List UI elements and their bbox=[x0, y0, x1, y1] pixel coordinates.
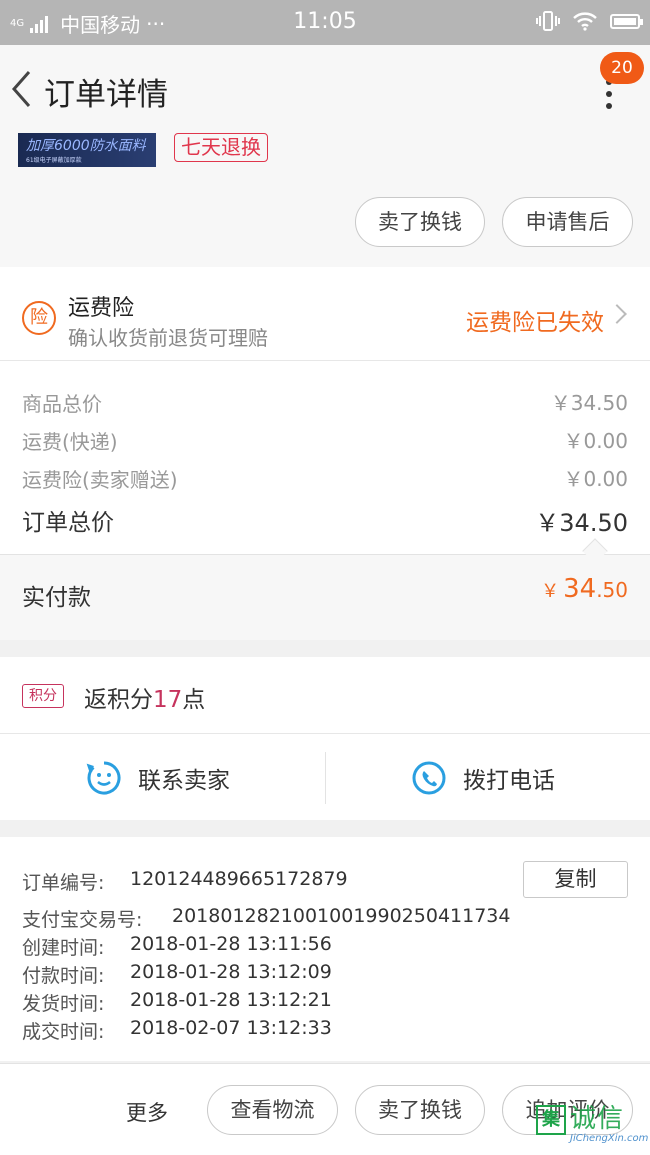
contact-seller-button[interactable]: 联系卖家 bbox=[86, 754, 230, 802]
wifi-icon bbox=[573, 12, 597, 31]
shipping-insurance-fee-label: 运费险(卖家赠送) bbox=[22, 468, 178, 492]
shipping-time-value: 2018-01-28 13:12:21 bbox=[130, 989, 332, 1011]
created-time-value: 2018-01-28 13:11:56 bbox=[130, 933, 332, 955]
product-thumbnail-subtext: 61级电子屏蔽加厚款 bbox=[26, 157, 82, 164]
call-phone-button[interactable]: 拨打电话 bbox=[411, 754, 555, 802]
vibrate-icon bbox=[536, 11, 560, 31]
nav-bar: 订单详情 bbox=[0, 45, 650, 133]
points-prefix: 返积分 bbox=[84, 687, 153, 713]
alipay-trade-number-label: 支付宝交易号: bbox=[22, 909, 143, 931]
copy-order-number-button[interactable]: 复制 bbox=[523, 861, 628, 898]
points-value: 17 bbox=[153, 687, 183, 713]
shipping-fee-label: 运费(快递) bbox=[22, 430, 118, 454]
paid-decimal: .50 bbox=[596, 578, 628, 602]
alipay-trade-number-value: 2018012821001001990250411734 bbox=[172, 905, 511, 927]
deal-time-label: 成交时间: bbox=[22, 1021, 105, 1043]
chat-face-icon bbox=[86, 761, 121, 795]
sell-for-cash-button[interactable]: 卖了换钱 bbox=[355, 197, 485, 247]
insurance-title: 运费险 bbox=[68, 296, 135, 321]
points-badge: 积分 bbox=[22, 684, 64, 708]
payment-time-label: 付款时间: bbox=[22, 965, 105, 987]
battery-icon bbox=[610, 13, 643, 29]
paid-integer: 34 bbox=[563, 574, 597, 604]
paid-amount-value: ￥ 34 .50 bbox=[541, 574, 628, 604]
watermark-text: 诚信 bbox=[570, 1104, 625, 1134]
seven-day-return-tag: 七天退换 bbox=[174, 133, 268, 162]
apply-after-sale-button[interactable]: 申请售后 bbox=[502, 197, 633, 247]
points-text: 返积分17点 bbox=[84, 680, 205, 714]
back-arrow-icon[interactable] bbox=[10, 69, 32, 109]
insurance-icon: 险 bbox=[22, 301, 56, 335]
shipping-insurance-fee-value: ￥0.00 bbox=[563, 467, 628, 491]
insurance-subtitle: 确认收货前退货可理赔 bbox=[68, 326, 268, 350]
order-number-label: 订单编号: bbox=[22, 872, 105, 894]
vertical-divider bbox=[325, 752, 326, 804]
paid-amount-label: 实付款 bbox=[22, 585, 91, 611]
watermark-url: JiChengXin.com bbox=[570, 1133, 649, 1144]
footer-sell-for-cash-button[interactable]: 卖了换钱 bbox=[355, 1085, 485, 1135]
call-phone-label: 拨打电话 bbox=[463, 768, 555, 794]
view-logistics-button[interactable]: 查看物流 bbox=[207, 1085, 338, 1135]
paid-currency: ￥ bbox=[541, 581, 560, 602]
order-number-value: 120124489665172879 bbox=[130, 868, 348, 890]
shipping-fee-value: ￥0.00 bbox=[563, 429, 628, 453]
page-title: 订单详情 bbox=[44, 77, 168, 113]
points-suffix: 点 bbox=[182, 687, 206, 713]
shipping-time-label: 发货时间: bbox=[22, 993, 105, 1015]
message-count-badge[interactable]: 20 bbox=[600, 52, 644, 84]
deal-time-value: 2018-02-07 13:12:33 bbox=[130, 1017, 332, 1039]
created-time-label: 创建时间: bbox=[22, 937, 105, 959]
contact-seller-label: 联系卖家 bbox=[138, 768, 230, 794]
order-total-label: 订单总价 bbox=[22, 510, 114, 536]
watermark-logo: 集 bbox=[536, 1105, 566, 1135]
status-bar: 4G 中国移动 ··· 11:05 bbox=[0, 0, 650, 45]
product-thumbnail[interactable]: 加厚6000防水面料 61级电子屏蔽加厚款 bbox=[18, 133, 156, 167]
phone-icon bbox=[412, 761, 446, 795]
payment-time-value: 2018-01-28 13:12:09 bbox=[130, 961, 332, 983]
goods-total-label: 商品总价 bbox=[22, 392, 102, 416]
order-total-value: ￥34.50 bbox=[535, 509, 628, 537]
goods-total-value: ￥34.50 bbox=[550, 391, 628, 415]
product-thumbnail-text: 加厚6000防水面料 bbox=[26, 138, 146, 154]
more-button[interactable]: 更多 bbox=[126, 1097, 168, 1127]
site-watermark: 集 诚信 JiChengXin.com bbox=[536, 1105, 648, 1144]
insurance-status[interactable]: 运费险已失效 bbox=[466, 303, 604, 337]
